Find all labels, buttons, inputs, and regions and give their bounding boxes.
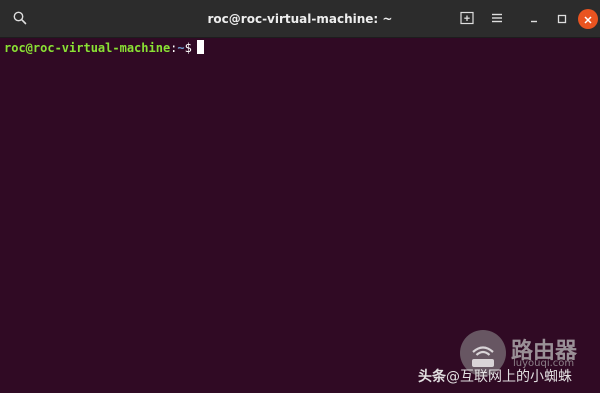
prompt-path: ~ xyxy=(177,41,185,55)
new-tab-button[interactable] xyxy=(455,7,479,31)
minimize-button[interactable] xyxy=(522,7,546,31)
terminal-output[interactable]: roc@roc-virtual-machine:~$ xyxy=(0,38,600,393)
close-button[interactable] xyxy=(578,9,598,29)
maximize-icon xyxy=(556,10,568,29)
terminal-window: roc@roc-virtual-machine: ~ roc@roc-virtu… xyxy=(0,0,600,393)
menu-button[interactable] xyxy=(485,7,509,31)
prompt-line: roc@roc-virtual-machine:~$ xyxy=(4,40,596,56)
hamburger-menu-icon xyxy=(490,10,504,29)
title-bar[interactable]: roc@roc-virtual-machine: ~ xyxy=(0,0,600,38)
prompt-user-host: roc@roc-virtual-machine xyxy=(4,41,171,55)
new-tab-icon xyxy=(460,10,474,29)
search-icon xyxy=(13,10,27,29)
maximize-button[interactable] xyxy=(550,7,574,31)
search-button[interactable] xyxy=(8,7,32,31)
text-cursor xyxy=(196,40,204,54)
minimize-icon xyxy=(528,10,540,29)
close-icon xyxy=(583,10,593,29)
prompt-symbol: $ xyxy=(184,41,192,55)
window-title: roc@roc-virtual-machine: ~ xyxy=(207,12,393,26)
